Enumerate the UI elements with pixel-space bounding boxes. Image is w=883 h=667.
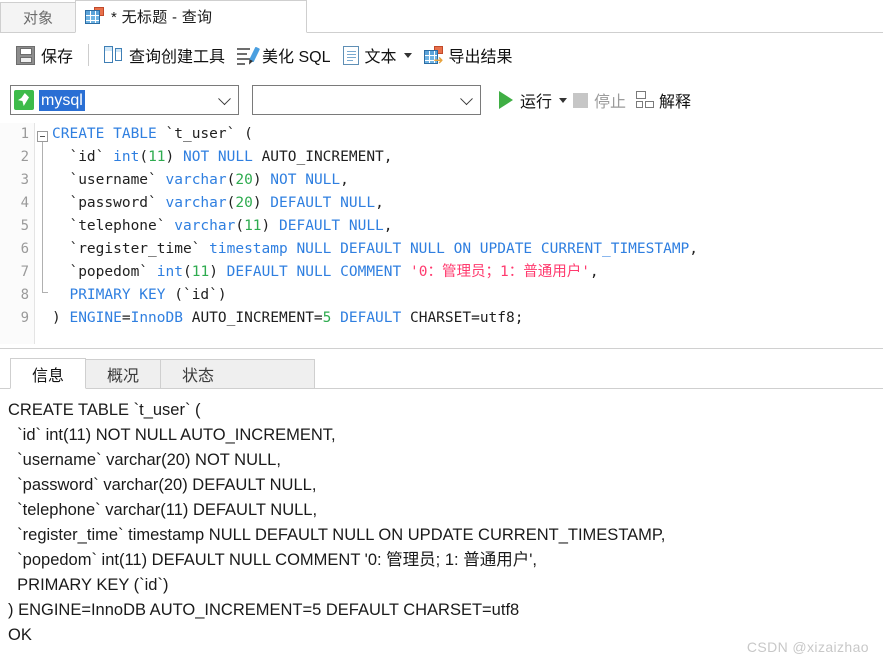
- run-button-label: 运行: [520, 94, 553, 111]
- line-number: 4: [20, 195, 29, 211]
- sql-code-text[interactable]: CREATE TABLE `t_user` ( `id` int(11) NOT…: [52, 123, 883, 330]
- code-fold-column[interactable]: [35, 123, 51, 344]
- beautify-sql-button[interactable]: 美化 SQL: [231, 40, 336, 70]
- stop-button: 停止: [573, 88, 626, 112]
- tab-status-label: 状态: [181, 368, 214, 385]
- fold-end-marker: [42, 292, 48, 293]
- export-results-icon: ➜: [423, 45, 444, 66]
- line-number: 9: [20, 310, 29, 326]
- text-document-icon: [342, 45, 359, 65]
- tab-query[interactable]: * 无标题 - 查询: [75, 0, 307, 33]
- fold-guide-line: [42, 142, 43, 293]
- main-tab-strip: 对象 * 无标题 - 查询: [0, 0, 883, 33]
- chevron-down-icon[interactable]: [403, 52, 412, 58]
- pane-splitter[interactable]: [0, 344, 883, 356]
- message-output-pane[interactable]: CREATE TABLE `t_user` ( `id` int(11) NOT…: [0, 389, 883, 667]
- explain-plan-icon: [636, 90, 655, 110]
- stop-button-label: 停止: [594, 94, 627, 111]
- beautify-sql-label: 美化 SQL: [262, 49, 331, 66]
- text-view-label: 文本: [364, 49, 397, 66]
- result-tab-strip: 信息 概况 状态: [0, 356, 883, 389]
- query-builder-button[interactable]: 查询创建工具: [98, 40, 231, 70]
- navicat-query-window: 对象 * 无标题 - 查询 保存 查询创建工具 美化 SQL 文本 ➜ 导出结果…: [0, 0, 883, 667]
- toolbar-divider: [88, 44, 90, 66]
- chevron-down-icon[interactable]: [559, 97, 568, 103]
- tab-status[interactable]: 状态: [160, 359, 236, 389]
- fold-collapse-icon[interactable]: [37, 131, 48, 142]
- save-floppy-icon: [16, 45, 35, 65]
- explain-button-label: 解释: [659, 94, 692, 111]
- play-icon: [499, 91, 513, 109]
- line-number-gutter: 1 2 3 4 5 6 7 8 9: [0, 123, 35, 344]
- database-select[interactable]: mysql: [10, 85, 239, 115]
- line-number: 8: [20, 287, 29, 303]
- line-number: 6: [20, 241, 29, 257]
- text-view-button[interactable]: 文本: [337, 40, 418, 70]
- sql-editor[interactable]: 1 2 3 4 5 6 7 8 9 CREATE TABLE `t_user` …: [0, 123, 883, 344]
- run-button[interactable]: 运行: [499, 88, 568, 112]
- tab-objects-label: 对象: [22, 10, 53, 27]
- line-number: 2: [20, 149, 29, 165]
- explain-button[interactable]: 解释: [636, 88, 691, 112]
- export-results-button[interactable]: ➜ 导出结果: [418, 40, 519, 70]
- line-number: 7: [20, 264, 29, 280]
- tab-profile-label: 概况: [106, 368, 139, 385]
- beautify-sql-icon: [237, 46, 261, 65]
- save-button[interactable]: 保存: [10, 40, 79, 70]
- schema-select-value: [253, 99, 257, 101]
- query-table-icon: [85, 7, 104, 26]
- schema-select[interactable]: [252, 85, 481, 115]
- database-select-value: mysql: [39, 89, 85, 111]
- query-builder-label: 查询创建工具: [129, 49, 226, 66]
- line-number: 3: [20, 172, 29, 188]
- connection-bar: mysql 运行 停止 解释: [0, 77, 883, 123]
- query-toolbar: 保存 查询创建工具 美化 SQL 文本 ➜ 导出结果: [0, 33, 883, 77]
- tab-info-label: 信息: [31, 367, 64, 385]
- chevron-down-icon[interactable]: [460, 92, 473, 106]
- chevron-down-icon[interactable]: [218, 92, 231, 106]
- line-number: 5: [20, 218, 29, 234]
- save-button-label: 保存: [41, 49, 74, 66]
- query-builder-icon: [104, 45, 123, 65]
- stop-square-icon: [573, 92, 589, 108]
- result-tab-filler: [235, 359, 315, 389]
- tab-info[interactable]: 信息: [10, 358, 86, 389]
- watermark-text: CSDN @xizaizhao: [746, 639, 869, 655]
- tab-objects[interactable]: 对象: [0, 2, 76, 33]
- export-results-label: 导出结果: [448, 49, 513, 66]
- tab-profile[interactable]: 概况: [85, 359, 161, 389]
- mysql-dolphin-icon: [14, 90, 34, 110]
- line-number: 1: [20, 126, 29, 142]
- tab-query-label: * 无标题 - 查询: [111, 9, 213, 26]
